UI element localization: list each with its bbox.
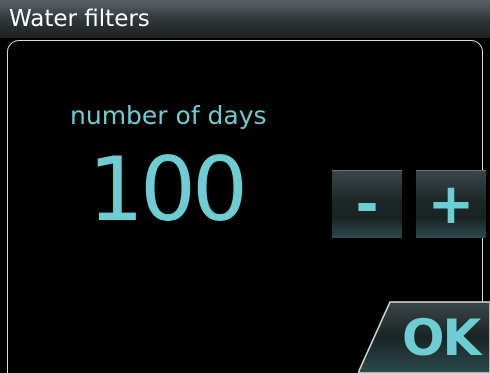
title-bar: Water filters <box>0 0 490 38</box>
days-setting-label: number of days <box>70 101 267 130</box>
water-filter-screen: Water filters number of days 100 - + OK <box>0 0 490 373</box>
page-title: Water filters <box>9 6 150 32</box>
decrement-button[interactable]: - <box>332 170 402 238</box>
increment-button[interactable]: + <box>416 170 486 238</box>
minus-icon: - <box>355 171 379 237</box>
days-setting-value: 100 <box>88 138 248 241</box>
plus-icon: + <box>427 171 475 237</box>
ok-button[interactable] <box>358 300 490 373</box>
